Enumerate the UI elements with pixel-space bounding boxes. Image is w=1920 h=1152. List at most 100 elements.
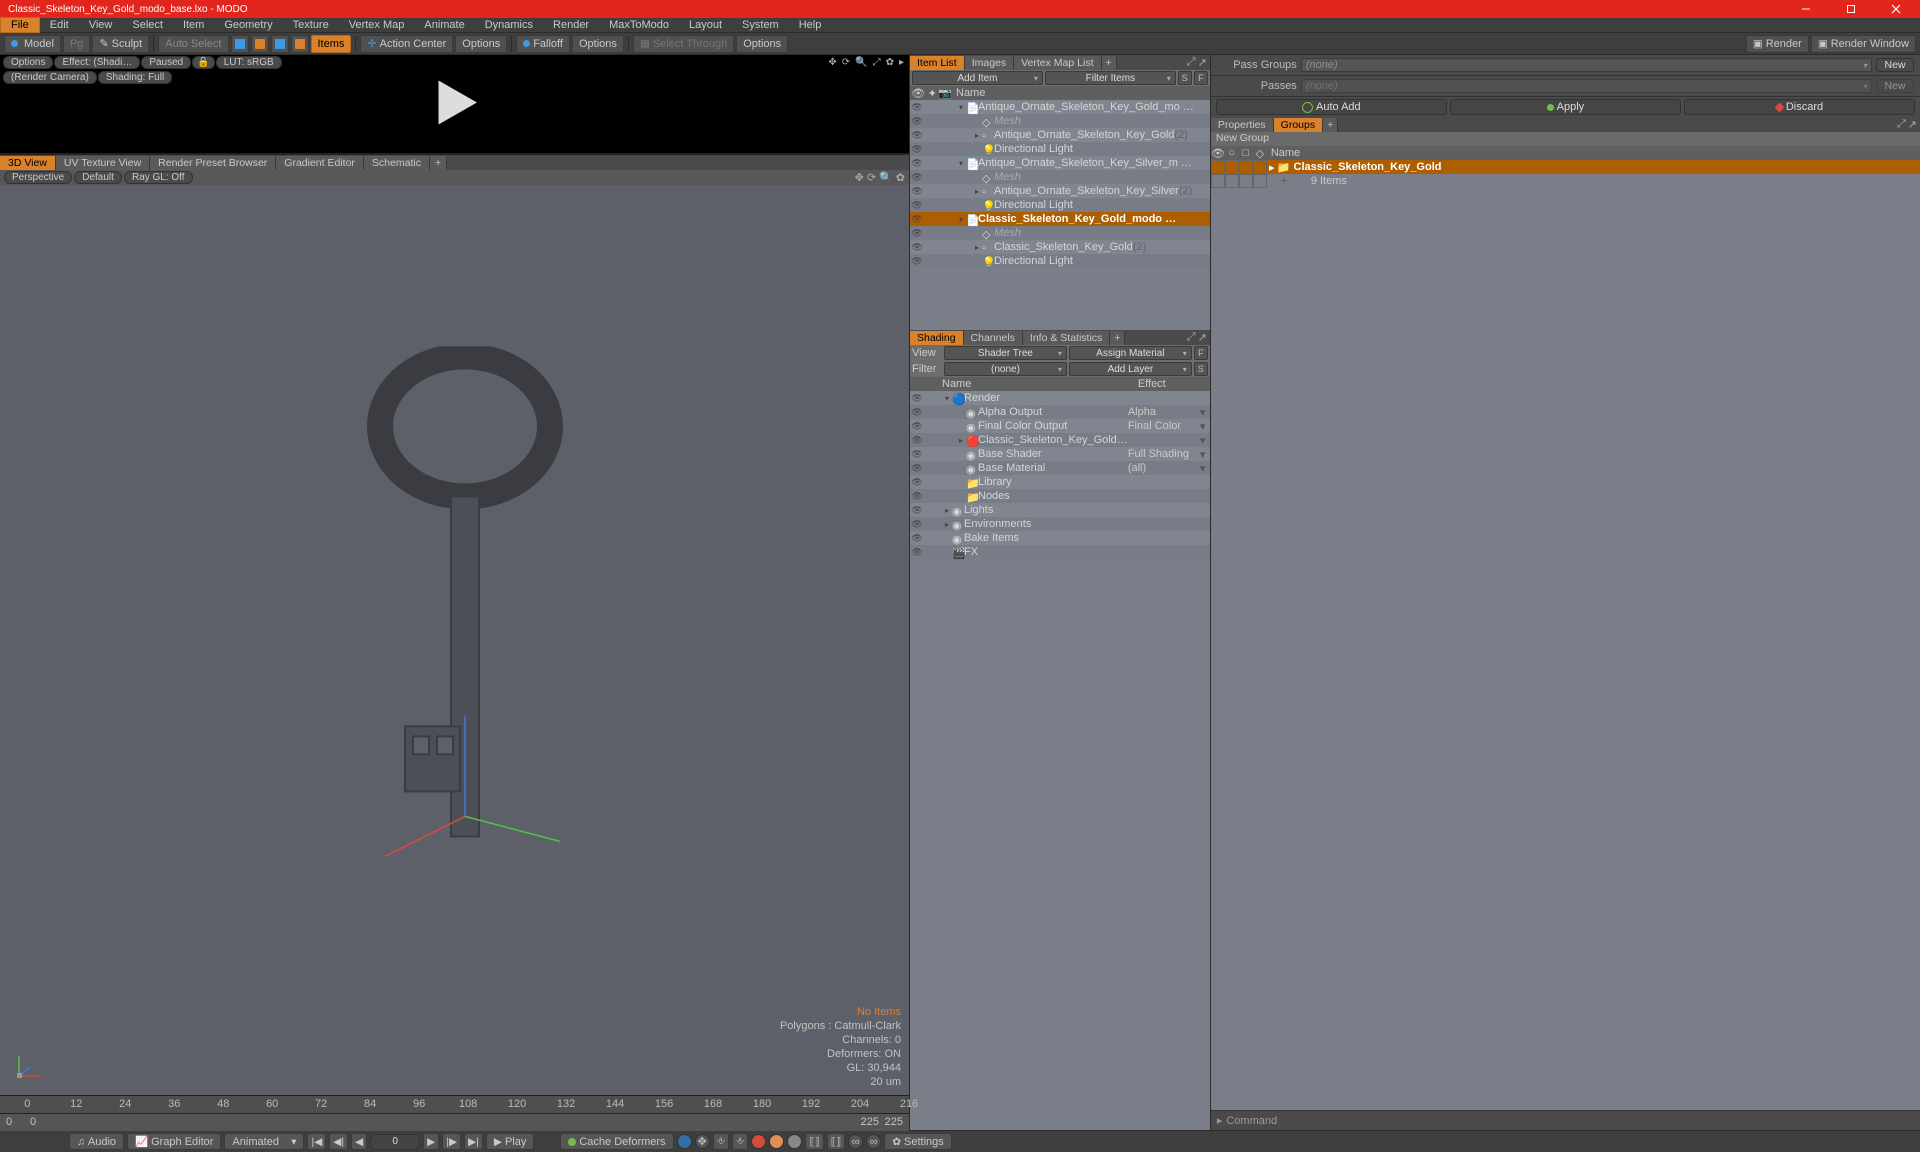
item-row[interactable]: 👁◇Mesh bbox=[910, 226, 1210, 240]
renderwindow-button[interactable]: ▣ Render Window bbox=[1811, 35, 1916, 53]
frame-input[interactable] bbox=[370, 1134, 420, 1150]
shader-row[interactable]: 👁📁Nodes bbox=[910, 489, 1210, 503]
tool-a-icon[interactable] bbox=[677, 1134, 692, 1149]
items-button[interactable]: Items bbox=[311, 35, 352, 53]
item-row[interactable]: 👁▾📄Antique_Ornate_Skeleton_Key_Gold_mo … bbox=[910, 100, 1210, 114]
audio-button[interactable]: ♫ Audio bbox=[69, 1133, 124, 1150]
move-icon[interactable]: ✥ bbox=[826, 57, 838, 68]
item-row[interactable]: 👁💡Directional Light bbox=[910, 142, 1210, 156]
gh-c-icon[interactable]: ◇ bbox=[1253, 147, 1267, 160]
go-last-button[interactable]: ▶| bbox=[464, 1133, 483, 1150]
timeline-ruler[interactable]: 0122436486072849610812013214415616818019… bbox=[0, 1096, 909, 1114]
key-b-button[interactable]: ⎀ bbox=[732, 1133, 748, 1150]
item-row[interactable]: 👁▸▫Antique_Ornate_Skeleton_Key_Silver (2… bbox=[910, 184, 1210, 198]
tab-groups[interactable]: Groups bbox=[1274, 118, 1323, 132]
tab-presetbrowser[interactable]: Render Preset Browser bbox=[150, 156, 276, 170]
gh-b-icon[interactable]: □ bbox=[1239, 147, 1253, 159]
preview-lut[interactable]: LUT: sRGB bbox=[216, 56, 282, 69]
menu-animate[interactable]: Animate bbox=[414, 18, 474, 32]
actioncenter-button[interactable]: ✛Action Center bbox=[360, 35, 453, 53]
preview-options[interactable]: Options bbox=[3, 56, 53, 69]
menu-vertexmap[interactable]: Vertex Map bbox=[339, 18, 415, 32]
select-edge-icon[interactable] bbox=[251, 35, 269, 53]
render-button[interactable]: ▣ Render bbox=[1746, 35, 1809, 53]
gh-a-icon[interactable]: ○ bbox=[1225, 147, 1239, 159]
grapheditor-button[interactable]: 📈 Graph Editor bbox=[127, 1133, 221, 1150]
zoom-icon[interactable]: 🔍 bbox=[853, 57, 869, 68]
vp-move-icon[interactable]: ✥ bbox=[855, 171, 864, 184]
vp-zoom-icon[interactable]: 🔍 bbox=[879, 171, 893, 184]
tab-add[interactable]: + bbox=[430, 156, 447, 170]
lock-icon[interactable]: 🔒 bbox=[192, 56, 214, 69]
vp-rotate-icon[interactable]: ⟳ bbox=[867, 171, 876, 184]
menu-maxtomodo[interactable]: MaxToModo bbox=[599, 18, 679, 32]
go-next-button[interactable]: |▶ bbox=[442, 1133, 461, 1150]
props-expand-icon[interactable]: ⤢ bbox=[1897, 118, 1906, 131]
animated-dropdown[interactable]: Animated ▾ bbox=[224, 1133, 304, 1150]
grey-dot-icon[interactable] bbox=[787, 1134, 802, 1149]
tab-schematic[interactable]: Schematic bbox=[364, 156, 430, 170]
item-tree[interactable]: 👁▾📄Antique_Ornate_Skeleton_Key_Gold_mo …… bbox=[910, 100, 1210, 330]
cam-header-icon[interactable]: 📷 bbox=[938, 87, 952, 100]
item-row[interactable]: 👁▸▫Antique_Ornate_Skeleton_Key_Gold (2) bbox=[910, 128, 1210, 142]
tab-add-shading[interactable]: + bbox=[1110, 331, 1125, 345]
item-row[interactable]: 👁💡Directional Light bbox=[910, 198, 1210, 212]
menu-select[interactable]: Select bbox=[122, 18, 173, 32]
timeline[interactable]: 0122436486072849610812013214415616818019… bbox=[0, 1095, 909, 1130]
shading-expand-icon[interactable]: ⤢ bbox=[1187, 331, 1196, 344]
cachedeformers-button[interactable]: Cache Deformers bbox=[560, 1133, 673, 1150]
menu-layout[interactable]: Layout bbox=[679, 18, 732, 32]
panel-expand-icon[interactable]: ⤢ bbox=[1187, 56, 1196, 69]
tab-add-itemlist[interactable]: + bbox=[1102, 56, 1117, 70]
tab-info[interactable]: Info & Statistics bbox=[1023, 331, 1110, 345]
preview-paused[interactable]: Paused bbox=[141, 56, 191, 69]
new-group-button[interactable]: New Group bbox=[1211, 132, 1920, 146]
shader-row[interactable]: 👁◉Base ShaderFull Shading▾ bbox=[910, 447, 1210, 461]
shader-row[interactable]: 👁◉Base Material(all)▾ bbox=[910, 461, 1210, 475]
3d-viewport[interactable]: No Items Polygons : Catmull-Clark Channe… bbox=[0, 185, 909, 1095]
groups-tree[interactable]: ▸ 📁 Classic_Skeleton_Key_Gold + 9 Items bbox=[1211, 160, 1920, 1110]
pg-button[interactable]: Pg bbox=[63, 35, 90, 53]
tab-channels[interactable]: Channels bbox=[964, 331, 1023, 345]
preview-camera[interactable]: (Render Camera) bbox=[3, 71, 97, 84]
perspective-dropdown[interactable]: Perspective bbox=[4, 171, 72, 184]
menu-geometry[interactable]: Geometry bbox=[214, 18, 282, 32]
select-poly-icon[interactable] bbox=[271, 35, 289, 53]
tool-b-icon[interactable]: ✥ bbox=[695, 1134, 710, 1149]
raygl-toggle[interactable]: Ray GL: Off bbox=[124, 171, 193, 184]
shader-row[interactable]: 👁▸◉Environments bbox=[910, 517, 1210, 531]
menu-edit[interactable]: Edit bbox=[40, 18, 79, 32]
group-row[interactable]: ▸ 📁 Classic_Skeleton_Key_Gold bbox=[1211, 160, 1920, 174]
props-pop-icon[interactable]: ↗ bbox=[1908, 118, 1917, 131]
panel-pop-icon[interactable]: ↗ bbox=[1198, 56, 1207, 69]
s-toggle-shading[interactable]: S bbox=[1194, 362, 1208, 376]
link-b-icon[interactable]: ∞ bbox=[866, 1134, 881, 1149]
play-button[interactable]: ▶ Play bbox=[486, 1133, 534, 1150]
options1-button[interactable]: Options bbox=[455, 35, 507, 53]
passes-dropdown[interactable]: (none) bbox=[1301, 79, 1872, 93]
bracket-a-button[interactable]: ⟦⟧ bbox=[805, 1133, 823, 1150]
play-icon[interactable] bbox=[427, 75, 482, 133]
passgroups-dropdown[interactable]: (none) bbox=[1301, 58, 1872, 72]
new-pass-button[interactable]: New bbox=[1876, 79, 1914, 93]
additem-dropdown[interactable]: Add Item bbox=[912, 71, 1043, 85]
link-a-icon[interactable]: ∞ bbox=[848, 1134, 863, 1149]
model-button[interactable]: Model bbox=[4, 35, 61, 53]
item-row[interactable]: 👁◇Mesh bbox=[910, 170, 1210, 184]
tab-images[interactable]: Images bbox=[965, 56, 1014, 70]
filter-dropdown[interactable]: (none) bbox=[944, 362, 1067, 376]
gh-eye-icon[interactable]: 👁 bbox=[1211, 147, 1225, 160]
select-vert-icon[interactable] bbox=[231, 35, 249, 53]
discard-button[interactable]: Discard bbox=[1684, 99, 1915, 115]
item-row[interactable]: 👁▸▫Classic_Skeleton_Key_Gold (2) bbox=[910, 240, 1210, 254]
falloff-button[interactable]: Falloff bbox=[516, 35, 570, 53]
gear-icon[interactable]: ✿ bbox=[884, 57, 896, 68]
shader-row[interactable]: 👁▾🔵Render bbox=[910, 391, 1210, 405]
vp-gear-icon[interactable]: ✿ bbox=[896, 171, 905, 184]
apply-button[interactable]: Apply bbox=[1450, 99, 1681, 115]
shader-effect-col[interactable]: Effect bbox=[1138, 378, 1210, 390]
view-dropdown[interactable]: Shader Tree bbox=[944, 346, 1067, 360]
shader-row[interactable]: 👁📁Library bbox=[910, 475, 1210, 489]
tab-itemlist[interactable]: Item List bbox=[910, 56, 965, 70]
red-dot-icon[interactable] bbox=[751, 1134, 766, 1149]
